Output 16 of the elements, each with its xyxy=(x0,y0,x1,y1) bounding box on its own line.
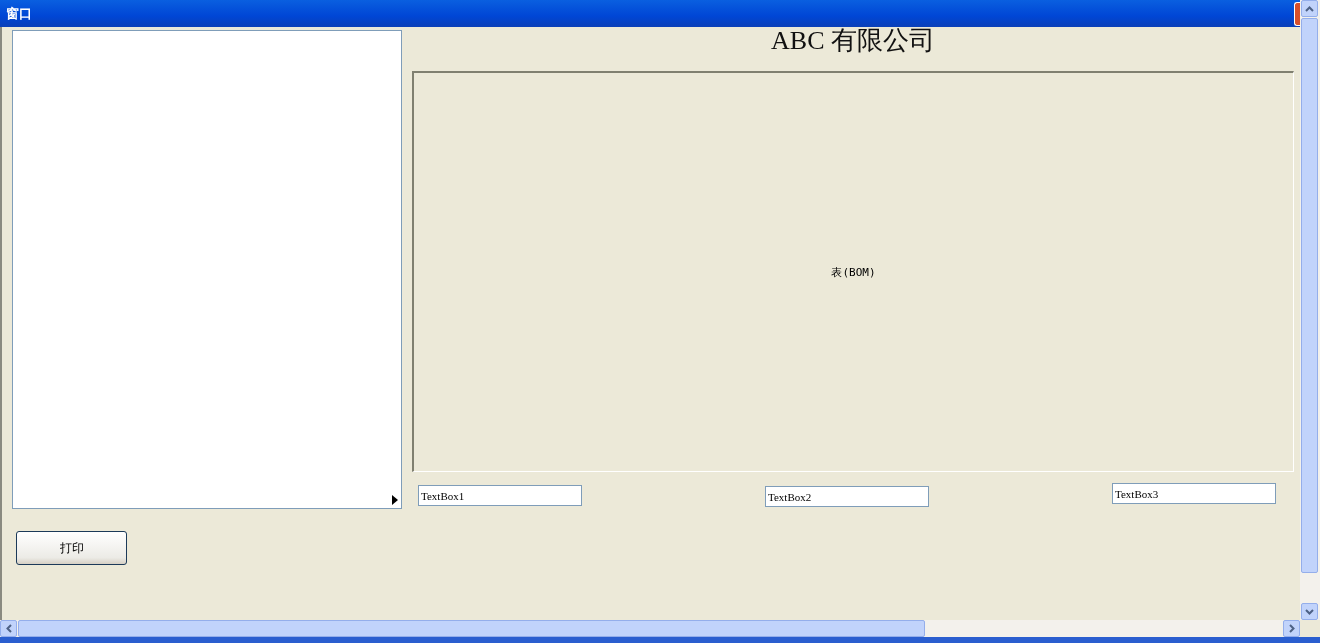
text-field[interactable]: TextBox3 xyxy=(1112,483,1276,504)
window-title: 窗口 xyxy=(6,4,32,23)
horizontal-scrollbar[interactable] xyxy=(0,620,1300,637)
arrow-icon xyxy=(392,495,398,505)
company-title: ABC 有限公司 xyxy=(771,27,935,55)
table-caption: 表(BOM) xyxy=(831,264,876,280)
scroll-left-icon[interactable] xyxy=(0,620,17,637)
text-field[interactable]: TextBox2 xyxy=(765,486,929,507)
scroll-up-icon[interactable] xyxy=(1301,0,1318,17)
vertical-scrollbar[interactable] xyxy=(1300,0,1320,620)
scroll-down-icon[interactable] xyxy=(1301,603,1318,620)
scroll-thumb[interactable] xyxy=(18,620,925,637)
print-button[interactable]: 打印 xyxy=(16,531,127,565)
scroll-thumb[interactable] xyxy=(1301,18,1318,573)
text-field[interactable]: TextBox1 xyxy=(418,485,582,506)
scroll-right-icon[interactable] xyxy=(1283,620,1300,637)
